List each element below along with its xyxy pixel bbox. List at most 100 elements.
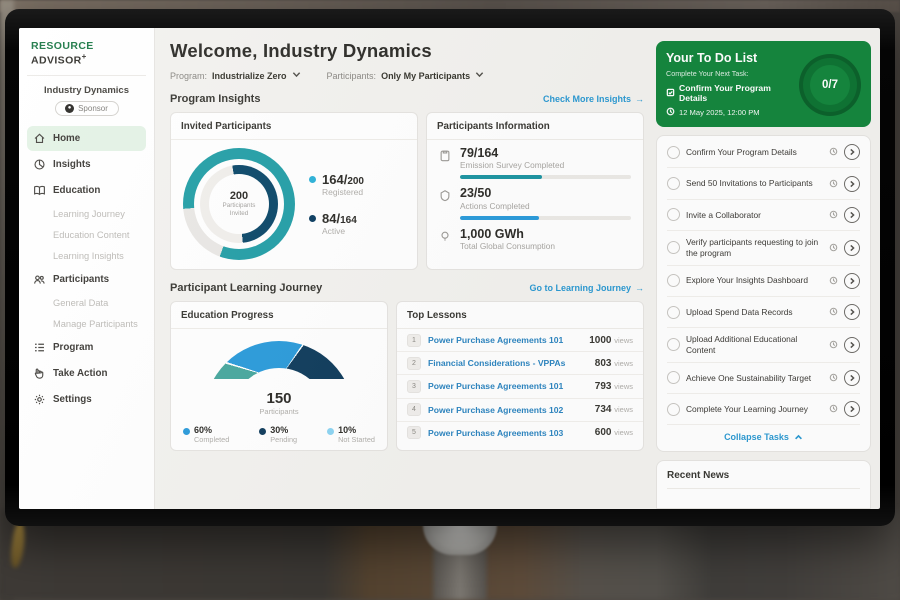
sidebar-item-take-action[interactable]: Take Action [27,361,146,386]
sidebar-item-home[interactable]: Home [27,126,146,151]
participants-information-card: Participants Information 79/164 Emission… [426,112,644,270]
sidebar-item-education[interactable]: Education [27,178,146,203]
checkbox-circle[interactable] [667,274,680,287]
sidebar-item-learning-insights[interactable]: Learning Insights [27,246,146,266]
gauge-center-value: 150 [266,390,291,407]
legend-registered: 164/200 Registered [309,172,364,197]
program-value: Industrialize Zero [212,71,287,81]
lesson-link[interactable]: Power Purchase Agreements 101 [428,335,582,345]
sidebar-item-education-content[interactable]: Education Content [27,225,146,245]
go-arrow-button[interactable] [844,304,860,320]
lesson-link[interactable]: Power Purchase Agreements 102 [428,405,588,415]
sidebar-item-label: Settings [53,394,92,405]
card-title: Invited Participants [171,113,417,140]
invited-participants-card: Invited Participants 200 Participants In… [170,112,418,270]
sidebar-item-participants[interactable]: Participants [27,267,146,292]
go-arrow-button[interactable] [844,176,860,192]
lesson-row: 1 Power Purchase Agreements 101 1000 vie… [397,329,643,352]
next-task-due: 12 May 2025, 12:00 PM [679,108,760,117]
checkbox-circle[interactable] [667,146,680,159]
sponsor-icon: ● [65,104,74,113]
go-arrow-button[interactable] [844,144,860,160]
participants-select[interactable]: Participants: Only My Participants [327,70,485,81]
registered-dot-icon [309,176,316,183]
monitor-bezel: RESOURCE ADVISOR+ Industry Dynamics ● Sp… [5,9,895,526]
go-arrow-button[interactable] [844,240,860,256]
progress-fill [460,175,542,179]
go-arrow-button[interactable] [844,337,860,353]
todo-item[interactable]: Confirm Your Program Details [667,137,860,168]
sidebar-item-label: Program [53,342,93,353]
checkbox-circle[interactable] [667,306,680,319]
main-content: Welcome, Industry Dynamics Program: Indu… [155,28,656,509]
todo-item[interactable]: Complete Your Learning Journey [667,394,860,425]
completed-dot-icon [183,428,190,435]
todo-item[interactable]: Upload Spend Data Records [667,297,860,328]
recent-news-card: Recent News [656,460,871,509]
checkbox-circle[interactable] [667,208,680,221]
sidebar-item-manage-participants[interactable]: Manage Participants [27,314,146,334]
checkbox-circle[interactable] [667,338,680,351]
sidebar-item-label: Insights [53,159,91,170]
todo-item[interactable]: Explore Your Insights Dashboard [667,266,860,297]
sidebar-item-label: Learning Journey [53,209,125,219]
sidebar-item-label: Take Action [53,368,107,379]
actions-progress-bar [460,216,631,220]
sidebar: RESOURCE ADVISOR+ Industry Dynamics ● Sp… [19,28,155,509]
checkbox-circle[interactable] [667,177,680,190]
sidebar-item-insights[interactable]: Insights [27,152,146,177]
lesson-link[interactable]: Financial Considerations - VPPAs [428,358,588,368]
legend-not-started: 10% Not Started [327,425,375,444]
program-icon [33,341,46,354]
sidebar-item-program[interactable]: Program [27,335,146,360]
clock-icon [829,369,838,387]
todo-item[interactable]: Achieve One Sustainability Target [667,363,860,394]
stat-emission-survey: 79/164 Emission Survey Completed [439,146,631,170]
sidebar-item-settings[interactable]: Settings [27,387,146,412]
donut-legend: 164/200 Registered 84/164 Active [309,172,364,236]
checkbox-circle[interactable] [667,371,680,384]
page-title: Welcome, Industry Dynamics [170,40,644,62]
todo-item[interactable]: Verify participants requesting to join t… [667,231,860,265]
todo-list-card: Confirm Your Program Details Send 50 Inv… [656,135,871,452]
rank-chip: 3 [407,380,421,393]
emission-progress-bar [460,175,631,179]
todo-item[interactable]: Send 50 Invitations to Participants [667,168,860,199]
lesson-link[interactable]: Power Purchase Agreements 103 [428,428,588,438]
rank-chip: 5 [407,426,421,439]
legend-completed: 60% Completed [183,425,229,444]
sidebar-item-label: Participants [53,274,109,285]
gauge-legend: 60% Completed 30% Pending 10% Not Starte… [171,421,387,444]
task-icon [666,88,675,99]
check-more-insights-link[interactable]: Check More Insights → [543,94,644,104]
sidebar-item-label: General Data [53,298,108,308]
go-arrow-button[interactable] [844,370,860,386]
logo-resource: RESOURCE [31,40,94,52]
go-arrow-button[interactable] [844,207,860,223]
sidebar-item-label: Education [53,185,100,196]
go-arrow-button[interactable] [844,401,860,417]
sponsor-label: Sponsor [78,104,108,113]
rank-chip: 1 [407,334,421,347]
todo-item[interactable]: Upload Additional Educational Content [667,328,860,362]
program-select[interactable]: Program: Industrialize Zero [170,70,301,81]
rank-chip: 4 [407,403,421,416]
legend-pending: 30% Pending [259,425,297,444]
take-action-icon [33,367,46,380]
todo-item[interactable]: Invite a Collaborator [667,200,860,231]
go-to-learning-journey-link[interactable]: Go to Learning Journey → [529,283,644,293]
checkbox-circle[interactable] [667,403,680,416]
todo-subtitle: Complete Your Next Task: [666,69,799,78]
chevron-down-icon [292,70,301,81]
sidebar-item-general-data[interactable]: General Data [27,293,146,313]
lesson-link[interactable]: Power Purchase Agreements 101 [428,381,588,391]
go-arrow-button[interactable] [844,273,860,289]
collapse-tasks-link[interactable]: Collapse Tasks [667,425,860,450]
sidebar-item-label: Home [53,133,80,144]
badge-icon [439,186,452,210]
sidebar-item-label: Learning Insights [53,251,124,261]
not-started-dot-icon [327,428,334,435]
todo-title: Your To Do List [666,51,799,65]
checkbox-circle[interactable] [667,241,680,254]
sidebar-item-learning-journey[interactable]: Learning Journey [27,204,146,224]
